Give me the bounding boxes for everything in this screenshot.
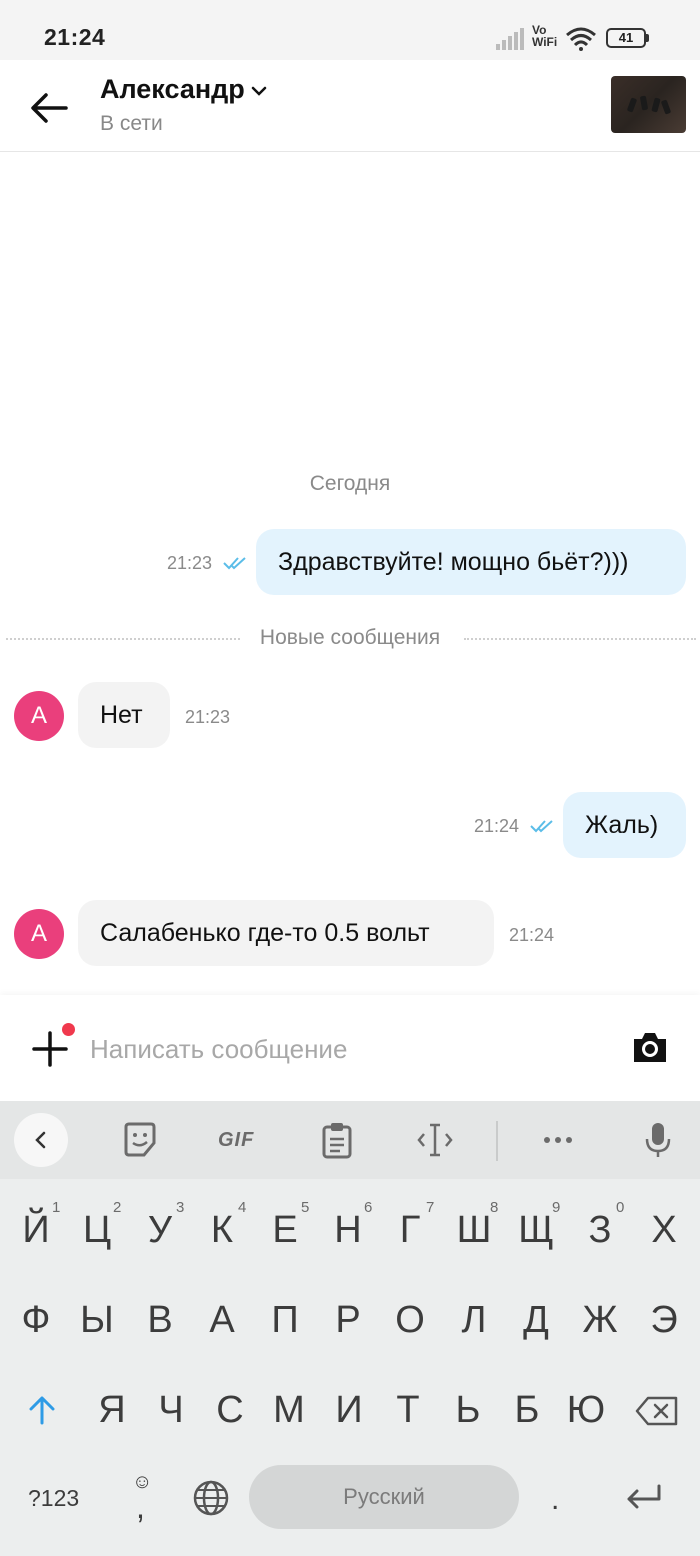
key[interactable]: Л [444,1299,504,1342]
key[interactable]: Б [497,1389,557,1432]
separator-line [464,638,696,640]
key-hint: 7 [426,1199,435,1216]
key-hint: 4 [238,1199,247,1216]
microphone-icon[interactable] [644,1121,672,1159]
key-hint: 5 [301,1199,310,1216]
key[interactable]: П [255,1299,315,1342]
key[interactable]: Ь [438,1389,498,1432]
status-time: 21:24 [44,24,106,50]
chevron-left-icon [35,1131,46,1149]
notification-dot [62,1023,75,1036]
clipboard-icon[interactable] [320,1121,354,1159]
keyboard-collapse-button[interactable] [14,1113,68,1167]
message-time: 21:23 [167,553,213,573]
key[interactable]: В [130,1299,190,1342]
message-bubble-incoming[interactable]: Салабенько где-то 0.5 вольт [78,900,494,966]
symbols-key[interactable]: ?123 [28,1485,79,1512]
message-text: Салабенько где-то 0.5 вольт [100,919,430,947]
text-cursor-icon[interactable] [416,1121,454,1159]
key-hint: 1 [52,1199,61,1216]
gif-button[interactable]: GIF [218,1129,254,1152]
new-messages-separator: Новые сообщения [0,626,700,652]
shift-icon[interactable] [26,1393,58,1427]
comma-key[interactable]: , [136,1489,145,1526]
key[interactable]: Т [378,1389,438,1432]
read-check-icon [223,557,246,570]
contact-name[interactable]: Александр [100,74,245,105]
read-check-icon [530,820,553,833]
key[interactable]: Ф [6,1299,66,1342]
contact-status: В сети [100,112,163,135]
key[interactable]: Ы [67,1299,127,1342]
wifi-icon [566,27,596,51]
key[interactable]: О [380,1299,440,1342]
key[interactable]: Ж [570,1299,630,1342]
signal-icon [496,28,524,50]
key-hint: 0 [616,1199,625,1216]
message-bubble-incoming[interactable]: Нет [78,682,170,748]
camera-icon[interactable] [630,1029,670,1065]
message-bubble-outgoing[interactable]: Здравствуйте! мощно бьёт?))) [256,529,686,595]
key-hint: 3 [176,1199,185,1216]
key[interactable]: М [259,1389,319,1432]
key[interactable]: Д [506,1299,566,1342]
plus-icon[interactable] [30,1029,70,1069]
more-icon[interactable] [542,1121,574,1159]
period-key[interactable]: . [551,1483,559,1517]
message-bubble-outgoing[interactable]: Жаль) [563,792,686,858]
toolbar-divider [496,1121,498,1161]
date-separator: Сегодня [309,472,391,495]
battery-indicator: 41 [606,28,646,48]
message-input[interactable] [90,1027,590,1071]
chat-header: Александр В сети [0,60,700,152]
key-hint: 2 [113,1199,122,1216]
key[interactable]: С [200,1389,260,1432]
key[interactable]: Р [318,1299,378,1342]
message-text: Жаль) [585,811,659,839]
key[interactable]: Ч [141,1389,201,1432]
vowifi-indicator: Vo WiFi [532,24,557,48]
key[interactable]: Э [634,1299,694,1342]
message-text: Здравствуйте! мощно бьёт?))) [278,548,629,576]
key-hint: 9 [552,1199,561,1216]
message-time: 21:24 [509,925,555,945]
key-hint: 8 [490,1199,499,1216]
key[interactable]: А [192,1299,252,1342]
vowifi-line-2: WiFi [532,35,558,49]
key[interactable]: Ю [556,1389,616,1432]
key[interactable]: Я [82,1389,142,1432]
key-hint: 6 [364,1199,373,1216]
back-arrow-icon[interactable] [28,88,70,128]
message-text: Нет [100,701,143,729]
key[interactable]: И [319,1389,379,1432]
key[interactable]: Х [634,1209,694,1252]
message-time: 21:24 [474,816,520,836]
chevron-down-icon[interactable] [250,84,268,98]
message-composer [0,995,700,1101]
keyboard: GIF Й1Ц2У3К4Е5Н6Г7Ш8Щ9З0Х ФЫВАПРОЛДЖЭ ЯЧ… [0,1101,700,1556]
avatar[interactable]: А [14,691,64,741]
message-time: 21:23 [185,707,231,727]
globe-icon[interactable] [192,1479,230,1517]
backspace-icon[interactable] [634,1395,680,1427]
battery-tip [646,34,649,42]
listing-thumbnail[interactable] [611,76,686,133]
avatar[interactable]: А [14,909,64,959]
space-key[interactable]: Русский [249,1465,519,1529]
keyboard-toolbar: GIF [0,1101,700,1179]
enter-icon[interactable] [624,1483,664,1513]
status-bar: 21:24 Vo WiFi 41 [0,0,700,60]
sticker-icon[interactable] [122,1121,158,1159]
